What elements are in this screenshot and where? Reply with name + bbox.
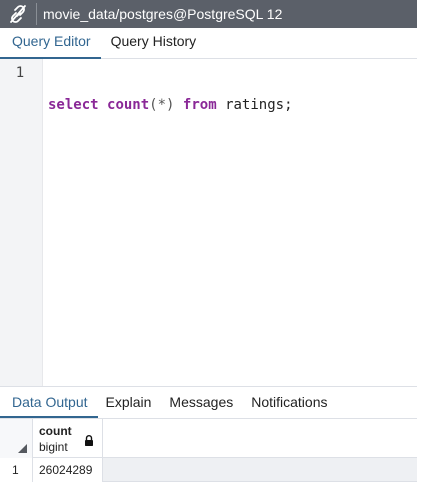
select-all-icon (18, 444, 27, 453)
line-number-gutter: 1 (0, 59, 43, 386)
connection-title: movie_data/postgres@PostgreSQL 12 (43, 6, 283, 22)
editor-tab-bar: Query Editor Query History (0, 28, 417, 59)
cell-count-value[interactable]: 26024289 (33, 458, 103, 482)
code-area[interactable]: select count(*) from ratings; (43, 59, 417, 386)
keyword-select: select (48, 97, 99, 113)
statement-terminator: ; (284, 97, 293, 113)
result-grid: count bigint 1 26024289 (0, 419, 417, 485)
grid-select-all[interactable] (0, 419, 33, 458)
keyword-from: from (182, 97, 217, 113)
grid-header-row: count bigint (0, 419, 417, 458)
count-args: (*) (149, 97, 175, 113)
connection-status-icon[interactable] (0, 0, 36, 28)
lock-icon (85, 435, 93, 446)
function-count: count (107, 97, 150, 113)
tab-explain[interactable]: Explain (98, 387, 162, 418)
query-titlebar: movie_data/postgres@PostgreSQL 12 (0, 0, 417, 28)
tab-data-output[interactable]: Data Output (0, 387, 98, 418)
line-number: 1 (15, 65, 25, 81)
code-line[interactable]: select count(*) from ratings; (48, 91, 417, 119)
sql-editor[interactable]: 1 select count(*) from ratings; (0, 59, 417, 386)
tab-query-history[interactable]: Query History (101, 33, 207, 58)
tab-notifications[interactable]: Notifications (243, 387, 337, 418)
table-name: ratings (225, 97, 285, 113)
table-row[interactable]: 1 26024289 (0, 458, 417, 482)
tab-messages[interactable]: Messages (161, 387, 243, 418)
tab-query-editor[interactable]: Query Editor (0, 33, 101, 59)
column-header-count[interactable]: count bigint (33, 419, 103, 458)
row-number[interactable]: 1 (0, 458, 33, 482)
output-tab-bar: Data Output Explain Messages Notificatio… (0, 386, 417, 419)
